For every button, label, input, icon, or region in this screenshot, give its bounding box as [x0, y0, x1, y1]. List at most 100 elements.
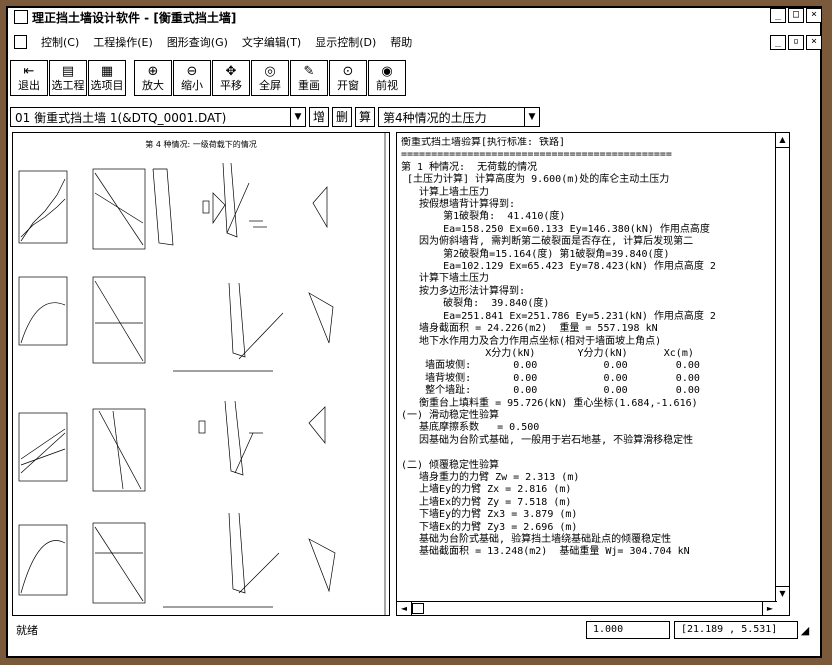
pan-icon: ✥ — [225, 64, 237, 79]
zoom-out-icon: ⊖ — [186, 64, 198, 79]
menu-project[interactable]: 工程操作(E) — [93, 34, 153, 50]
toolbar: ⇤ 退出 ▤ 选工程 ▦ 选项目 ⊕ 放大 ⊖ 缩小 ✥ 平移 ◎ 全屏 ✎ 重画 ⊙ 开窗 ◉ 前… — [10, 60, 407, 98]
wall-section — [152, 168, 174, 246]
project-combo-value: 01 衡重式挡土墙 1(&DTQ_0001.DAT) — [15, 110, 227, 125]
close-button[interactable]: × — [806, 8, 822, 23]
report-line: 基础为台阶式基础, 验算挡土墙绕基础趾点的倾覆稳定性 — [401, 534, 672, 545]
report-line: 按假想墙背计算得到: — [401, 199, 516, 211]
pan-button[interactable]: ✥ 平移 — [212, 60, 250, 96]
case-combo-value: 第4种情况的土压力 — [383, 110, 487, 125]
report-line: 墙身重力的力臂 Zw = 2.313 (m) — [401, 471, 580, 483]
scroll-left-icon[interactable]: ◄ — [397, 602, 412, 615]
drawing-pane[interactable]: 第 4 种情况: 一级荷载下的情况 — [12, 132, 390, 616]
horizontal-scrollbar[interactable]: ◄ ► — [397, 601, 777, 615]
exit-button[interactable]: ⇤ 退出 — [10, 60, 48, 96]
report-line: 破裂角: 39.840(度) — [401, 298, 550, 310]
scroll-thumb[interactable] — [412, 603, 424, 614]
report-line: Ea=251.841 Ex=251.786 Ey=5.231(kN) 作用点高度… — [401, 310, 716, 322]
menu-display[interactable]: 显示控制(D) — [315, 34, 376, 50]
minimize-button[interactable]: _ — [770, 8, 786, 23]
chevron-down-icon[interactable]: ▼ — [290, 108, 305, 126]
selector-row: 01 衡重式挡土墙 1(&DTQ_0001.DAT) ▼ 增 删 算 第4种情况… — [10, 106, 540, 128]
drawing-canvas: 第 4 种情况: 一级荷载下的情况 — [18, 133, 386, 615]
vertical-scrollbar[interactable]: ▲ ▼ — [775, 133, 789, 601]
select-item-button[interactable]: ▦ 选项目 — [88, 60, 126, 96]
redraw-icon: ✎ — [303, 64, 315, 79]
child-minimize-button[interactable]: _ — [770, 35, 786, 50]
project-combo[interactable]: 01 衡重式挡土墙 1(&DTQ_0001.DAT) ▼ — [10, 107, 306, 127]
front-view-button[interactable]: ◉ 前视 — [368, 60, 406, 96]
maximize-button[interactable]: □ — [788, 8, 804, 23]
report-line: 墙身截面积 = 24.226(m2) 重量 = 557.198 kN — [401, 323, 658, 335]
doc-icon — [14, 35, 27, 49]
front-view-icon: ◉ — [381, 64, 393, 79]
report-line: 第1破裂角: 41.410(度) — [401, 211, 566, 223]
report-line: ========================================… — [401, 149, 672, 161]
report-line: 下墙Ey的力臂 Zx3 = 3.879 (m) — [401, 509, 578, 521]
report-line: 基底摩擦系数 = 0.500 — [401, 422, 540, 434]
menu-help[interactable]: 帮助 — [390, 34, 412, 50]
app-icon — [14, 10, 28, 24]
report-line: 衡重式挡土墙验算[执行标准: 铁路] — [401, 137, 566, 148]
report-line: 第 1 种情况: 无荷载的情况 — [401, 161, 538, 173]
report-line: 下墙Ex的力臂 Zy3 = 2.696 (m) — [401, 521, 578, 533]
zoom-in-button[interactable]: ⊕ 放大 — [134, 60, 172, 96]
report-line: 墙面坡侧: 0.00 0.00 0.00 — [401, 360, 700, 372]
report-line: 计算下墙土压力 — [401, 273, 490, 285]
fullscreen-icon: ◎ — [264, 64, 276, 79]
scroll-down-icon[interactable]: ▼ — [776, 586, 789, 601]
resize-grip-icon[interactable]: ◢ — [798, 624, 812, 637]
report-line: 衡重台上填料重 = 95.726(kN) 重心坐标(1.684,-1.616) — [401, 397, 698, 409]
report-line: (二) 倾覆稳定性验算 — [401, 459, 500, 471]
status-bar: 就绪 1.000 [21.189 , 5.531] ◢ — [12, 620, 812, 640]
title-bar: 理正挡土墙设计软件 - [衡重式挡土墙] _ □ × — [6, 6, 826, 28]
item-icon: ▦ — [100, 64, 114, 79]
report-line: 按力多边形法计算得到: — [401, 285, 526, 297]
status-coords: [21.189 , 5.531] — [674, 621, 798, 639]
child-restore-button[interactable]: ▫ — [788, 35, 804, 50]
report-line: 墙背坡侧: 0.00 0.00 0.00 — [401, 372, 700, 384]
scroll-up-icon[interactable]: ▲ — [776, 133, 789, 148]
menu-control[interactable]: 控制(C) — [41, 34, 79, 50]
report-line: [土压力计算] 计算高度为 9.600(m)处的库仑主动土压力 — [401, 174, 670, 186]
report-line: 整个墙趾: 0.00 0.00 0.00 — [401, 385, 700, 397]
fullscreen-button[interactable]: ◎ 全屏 — [251, 60, 289, 96]
report-line: 因为俯斜墙背, 需判断第二破裂面是否存在, 计算后发现第二 — [401, 236, 694, 248]
menu-text[interactable]: 文字编辑(T) — [242, 34, 301, 50]
zoom-out-button[interactable]: ⊖ 缩小 — [173, 60, 211, 96]
project-icon: ▤ — [61, 64, 75, 79]
drawing-caption: 第 4 种情况: 一级荷载下的情况 — [145, 139, 256, 149]
open-window-button[interactable]: ⊙ 开窗 — [329, 60, 367, 96]
report-line: 地下水作用力及合力作用点坐标(相对于墙面坡上角点) — [401, 335, 662, 347]
report-line — [401, 447, 773, 459]
child-close-button[interactable]: × — [806, 35, 822, 50]
report-line: 基础截面积 = 13.248(m2) 基础重量 Wj= 304.704 kN — [401, 546, 690, 558]
report-line: Ea=158.250 Ex=60.133 Ey=146.380(kN) 作用点高… — [401, 223, 710, 235]
report-line: 第2破裂角=15.164(度) 第1破裂角=39.840(度) — [401, 248, 670, 260]
menu-bar: 控制(C) 工程操作(E) 图形查询(G) 文字编辑(T) 显示控制(D) 帮助… — [6, 32, 826, 52]
report-line: 因基础为台阶式基础, 一般用于岩石地基, 不验算滑移稳定性 — [401, 434, 694, 446]
add-button[interactable]: 增 — [309, 107, 329, 127]
report-line: X分力(kN) Y分力(kN) Xc(m) — [401, 347, 694, 359]
report-line: (一) 滑动稳定性验算 — [401, 409, 500, 421]
select-project-button[interactable]: ▤ 选工程 — [49, 60, 87, 96]
status-scale: 1.000 — [586, 621, 670, 639]
window-icon: ⊙ — [342, 64, 354, 79]
status-text: 就绪 — [16, 624, 38, 637]
calc-button[interactable]: 算 — [355, 107, 375, 127]
report-line: 计算上墙土压力 — [401, 186, 490, 198]
zoom-in-icon: ⊕ — [147, 64, 159, 79]
report-line: Ea=102.129 Ex=65.423 Ey=78.423(kN) 作用点高度… — [401, 261, 716, 273]
chevron-down-icon[interactable]: ▼ — [524, 108, 539, 126]
report-text: 衡重式挡土墙验算[执行标准: 铁路] ======================… — [401, 137, 773, 599]
window-title: 理正挡土墙设计软件 - [衡重式挡土墙] — [32, 10, 237, 25]
scroll-right-icon[interactable]: ► — [762, 602, 777, 615]
report-line: 上墙Ey的力臂 Zx = 2.816 (m) — [401, 484, 572, 496]
exit-icon: ⇤ — [23, 64, 35, 79]
report-pane[interactable]: 衡重式挡土墙验算[执行标准: 铁路] ======================… — [396, 132, 790, 616]
menu-graphics[interactable]: 图形查询(G) — [167, 34, 228, 50]
redraw-button[interactable]: ✎ 重画 — [290, 60, 328, 96]
case-combo[interactable]: 第4种情况的土压力 ▼ — [378, 107, 540, 127]
report-line: 上墙Ex的力臂 Zy = 7.518 (m) — [401, 496, 572, 508]
delete-button[interactable]: 删 — [332, 107, 352, 127]
